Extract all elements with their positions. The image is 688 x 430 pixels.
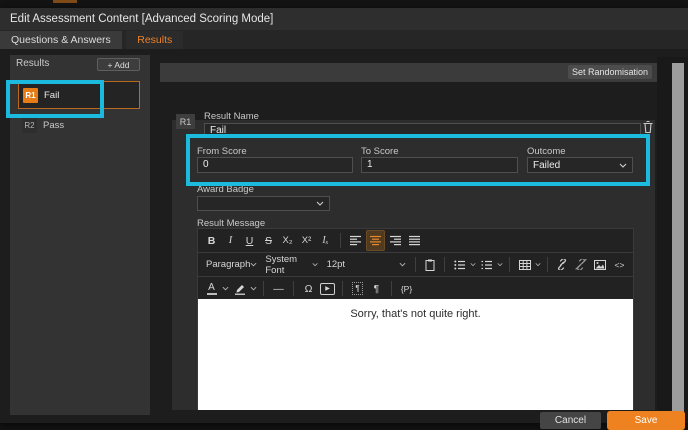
- clear-formatting-icon[interactable]: Iₓ: [317, 231, 334, 250]
- paste-icon[interactable]: [421, 255, 438, 274]
- vertical-scrollbar[interactable]: [672, 63, 684, 415]
- chevron-down-icon: [497, 263, 503, 267]
- align-left-icon[interactable]: [347, 231, 364, 250]
- toolbar-separator: [509, 257, 511, 272]
- numbered-list-icon[interactable]: [478, 255, 495, 274]
- text-color-icon[interactable]: A: [203, 279, 220, 298]
- tab-questions-answers[interactable]: Questions & Answers: [0, 31, 122, 50]
- text-color-bar: [206, 292, 217, 295]
- toolbar-separator: [391, 281, 392, 296]
- toolbar-separator: [342, 281, 343, 296]
- chevron-down-icon: [316, 201, 324, 206]
- insert-link-icon[interactable]: [554, 255, 571, 274]
- toolbar-separator: [340, 233, 341, 248]
- placeholder-token-icon[interactable]: {P}: [398, 279, 415, 298]
- edit-assessment-dialog: Edit Assessment Content [Advanced Scorin…: [0, 8, 688, 430]
- result-badge-r2: R2: [22, 117, 37, 133]
- toolbar-separator: [414, 257, 416, 272]
- font-size-select[interactable]: 12pt: [324, 255, 409, 274]
- cancel-button[interactable]: Cancel: [540, 412, 601, 429]
- font-size-value: 12pt: [326, 259, 346, 270]
- align-right-icon[interactable]: [387, 231, 404, 250]
- table-icon[interactable]: [516, 255, 533, 274]
- editor-toolbar-row-2: Paragraph System Font 12pt <>: [198, 253, 633, 277]
- add-result-button[interactable]: + Add: [97, 58, 140, 71]
- toolbar-separator: [263, 281, 264, 296]
- chevron-down-icon: [399, 262, 405, 267]
- special-character-icon[interactable]: Ω: [300, 279, 317, 298]
- result-item-label: Pass: [43, 119, 65, 131]
- chevron-down-icon: [250, 262, 257, 267]
- insert-media-icon[interactable]: ▶: [319, 279, 336, 298]
- main-header-bar: Set Randomisation: [160, 63, 657, 82]
- horizontal-rule-icon[interactable]: —: [270, 279, 287, 298]
- background-artifact: [53, 0, 77, 3]
- subscript-icon[interactable]: X₂: [279, 231, 296, 250]
- pilcrow-glyph: ¶: [352, 282, 363, 295]
- result-message-text: Sorry, that's not quite right.: [350, 308, 481, 320]
- font-family-select[interactable]: System Font: [262, 253, 321, 276]
- award-badge-select[interactable]: [197, 196, 330, 211]
- highlight-color-icon[interactable]: [231, 279, 248, 298]
- align-center-icon[interactable]: [366, 230, 385, 251]
- editor-toolbar-row-1: B I U S X₂ X² Iₓ: [198, 229, 633, 253]
- result-name-label: Result Name: [204, 111, 259, 122]
- dialog-title: Edit Assessment Content [Advanced Scorin…: [0, 8, 688, 30]
- result-card-badge: R1: [176, 114, 195, 129]
- chevron-down-icon: [250, 286, 257, 291]
- bullet-list-icon[interactable]: [451, 255, 468, 274]
- result-message-editor: B I U S X₂ X² Iₓ Paragraph System Font 1…: [197, 228, 634, 410]
- toolbar-separator: [444, 257, 446, 272]
- paragraph-mark-icon[interactable]: ¶: [368, 279, 385, 298]
- editor-content-area[interactable]: Sorry, that's not quite right.: [198, 299, 633, 410]
- align-justify-icon[interactable]: [406, 231, 423, 250]
- font-family-value: System Font: [265, 253, 298, 276]
- toolbar-separator: [547, 257, 548, 272]
- chevron-down-icon: [535, 263, 541, 267]
- tab-results[interactable]: Results: [126, 31, 184, 50]
- insert-image-icon[interactable]: [592, 255, 609, 274]
- italic-icon[interactable]: I: [222, 231, 239, 250]
- results-sidebar-header: Results: [16, 58, 50, 69]
- chevron-down-icon: [222, 286, 229, 291]
- paragraph-style-select[interactable]: Paragraph: [203, 255, 260, 274]
- toolbar-separator: [293, 281, 294, 296]
- show-invisibles-icon[interactable]: ¶: [349, 279, 366, 298]
- text-color-letter: A: [208, 281, 215, 293]
- underline-icon[interactable]: U: [241, 231, 258, 250]
- annotation-highlight-score-fields: [186, 134, 650, 186]
- strikethrough-icon[interactable]: S: [260, 231, 277, 250]
- set-randomisation-button[interactable]: Set Randomisation: [568, 65, 652, 79]
- paragraph-style-value: Paragraph: [206, 259, 251, 270]
- tab-bar: Questions & Answers Results: [0, 30, 688, 50]
- superscript-icon[interactable]: X²: [298, 231, 315, 250]
- chevron-down-icon: [470, 263, 476, 267]
- source-code-icon[interactable]: <>: [611, 255, 628, 274]
- annotation-highlight-result-item: [6, 80, 104, 118]
- remove-link-icon[interactable]: [573, 255, 590, 274]
- chevron-down-icon: [312, 263, 319, 267]
- editor-toolbar-row-3: A — Ω ▶ ¶ ¶ {P}: [198, 277, 633, 301]
- bold-icon[interactable]: B: [203, 231, 220, 250]
- save-button[interactable]: Save: [607, 411, 685, 430]
